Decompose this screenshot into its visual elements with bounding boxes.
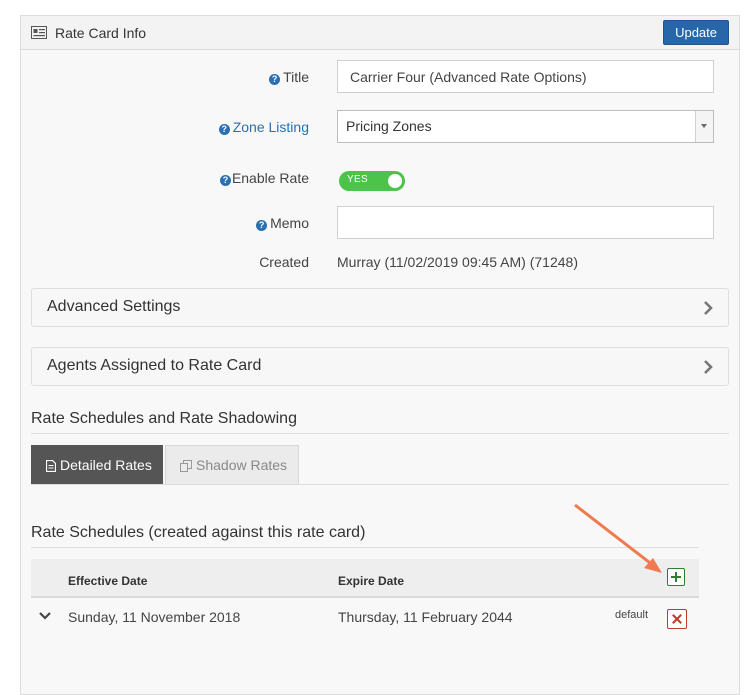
rate-card-icon: [31, 26, 47, 39]
memo-label-text: Memo: [270, 215, 309, 231]
title-row: ? Title: [21, 60, 741, 94]
expire-date-cell: Thursday, 11 February 2044: [338, 609, 513, 625]
agents-assigned-collapse[interactable]: Agents Assigned to Rate Card: [31, 347, 729, 386]
schedules-table-header: Effective Date Expire Date: [31, 559, 699, 598]
zone-listing-row: ? Zone Listing Pricing Zones: [21, 110, 741, 144]
enable-rate-label-text: Enable Rate: [231, 170, 309, 186]
column-header: Expire Date: [338, 574, 405, 588]
rate-card-info-panel: Rate Card Info Update ?Title ?Zone Listi…: [20, 15, 740, 695]
agents-assigned-title: Agents Assigned to Rate Card: [47, 357, 262, 374]
toggle-state: YES: [347, 174, 368, 185]
memo-row: ? Memo: [21, 206, 741, 240]
zone-listing-label[interactable]: ? Zone Listing: [218, 119, 309, 135]
update-button[interactable]: Update: [663, 20, 729, 45]
copy-icon: [180, 460, 192, 472]
tab-shadow-rates-label: Shadow Rates: [196, 457, 288, 473]
enable-rate-toggle[interactable]: YES: [339, 171, 405, 191]
chevron-down-icon[interactable]: [695, 111, 713, 142]
tab-detailed-rates-label: Detailed Rates: [60, 457, 152, 473]
table-row: Sunday, 11 November 2018 Thursday, 11 Fe…: [31, 600, 699, 640]
panel-title: Rate Card Info: [55, 25, 147, 41]
schedules-title: Rate Schedules (created against this rat…: [31, 524, 366, 541]
delete-schedule-button[interactable]: [667, 609, 687, 629]
panel-header: Rate Card Info Update: [21, 16, 739, 50]
document-icon: [45, 459, 57, 473]
divider: [31, 433, 729, 434]
toggle-knob: [388, 174, 402, 188]
title-label-text: Title: [283, 69, 309, 85]
rate-section-title: Rate Schedules and Rate Shadowing: [31, 410, 297, 427]
advanced-settings-collapse[interactable]: Advanced Settings: [31, 288, 729, 327]
chevron-down-icon[interactable]: [39, 612, 51, 620]
zone-listing-select[interactable]: Pricing Zones: [337, 110, 714, 143]
tab-detailed-rates[interactable]: Detailed Rates: [31, 445, 163, 485]
default-tag: default: [615, 609, 649, 621]
chevron-right-icon: [704, 360, 713, 374]
memo-input[interactable]: [337, 206, 714, 239]
enable-rate-label: ? Enable Rate: [219, 170, 309, 186]
title-input[interactable]: [337, 60, 714, 93]
memo-label: ? Memo: [256, 215, 309, 231]
column-header: Effective Date: [68, 574, 148, 588]
tabs-divider: [31, 484, 729, 485]
advanced-settings-title: Advanced Settings: [47, 298, 181, 315]
created-label: Created: [259, 254, 309, 270]
zone-listing-label-text: Zone Listing: [232, 119, 309, 135]
help-icon[interactable]: ?: [256, 220, 268, 231]
created-row: Created Murray (11/02/2019 09:45 AM) (71…: [21, 245, 741, 279]
help-icon[interactable]: ?: [218, 124, 230, 135]
title-label: ? Title: [269, 69, 309, 85]
add-schedule-button[interactable]: [667, 568, 685, 586]
divider: [31, 547, 699, 548]
zone-listing-value: Pricing Zones: [346, 118, 432, 134]
tab-shadow-rates[interactable]: Shadow Rates: [165, 445, 299, 485]
enable-rate-row: ? Enable Rate YES: [21, 168, 741, 202]
help-icon[interactable]: ?: [269, 74, 281, 85]
effective-date-cell: Sunday, 11 November 2018: [68, 609, 241, 625]
help-icon[interactable]: ?: [219, 175, 231, 186]
chevron-right-icon: [704, 301, 713, 315]
created-value: Murray (11/02/2019 09:45 AM) (71248): [337, 254, 578, 270]
